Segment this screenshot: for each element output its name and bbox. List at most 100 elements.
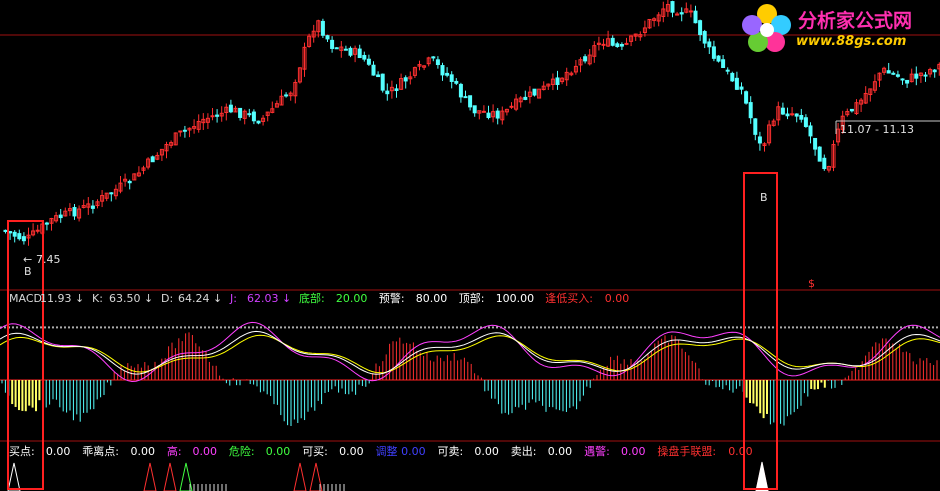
candle-body: [702, 31, 707, 44]
candle-body: [555, 77, 560, 85]
signal-spike-filled: [755, 461, 769, 491]
candle-body: [458, 83, 463, 98]
indicator-MACD-value: 11.93: [40, 292, 72, 305]
candle-body: [583, 56, 588, 62]
indicator-warn-value: 80.00: [416, 292, 448, 305]
logo-title: 分析家公式网: [798, 10, 913, 32]
candle-body: [403, 77, 408, 82]
candle-body: [357, 48, 362, 59]
indicator-D-arrow: ↓: [213, 292, 222, 305]
flower-logo-icon: [742, 4, 791, 52]
candle-body: [932, 69, 937, 73]
candle-body: [748, 102, 753, 119]
indicator-D-value: 64.24: [178, 292, 210, 305]
candle-body: [348, 47, 353, 56]
indicator-warn-label: 预警:: [379, 291, 405, 305]
signal-sell-label: 卖出:: [511, 444, 537, 458]
logo-url: www.88gs.com: [796, 34, 907, 49]
candle-body: [445, 72, 450, 76]
candle-body: [799, 115, 804, 120]
signal-diverge-label: 乖离点:: [82, 444, 119, 458]
candle-body: [58, 214, 63, 219]
signal-trader-label: 操盘手联盟:: [657, 444, 716, 458]
candle-body: [17, 233, 22, 240]
candle-body: [509, 105, 514, 108]
candle-body: [790, 113, 795, 116]
candle-body: [21, 236, 26, 242]
indicator-D-label: D:: [161, 292, 173, 305]
candle-body: [757, 136, 762, 144]
candle-body: [725, 69, 730, 72]
candle-body: [472, 105, 477, 114]
indicator-J-value: 62.03: [247, 292, 279, 305]
signal-adjust-label: 调整: [376, 444, 398, 458]
candle-body: [35, 229, 40, 232]
indicator-bottom-label: 底部:: [299, 291, 325, 305]
signal-buy-value: 0.00: [46, 445, 71, 458]
candle-body: [454, 80, 459, 84]
indicator-MACD-arrow: ↓: [75, 292, 84, 305]
candle-body: [923, 74, 928, 77]
candle-body: [394, 88, 399, 91]
indicator-K-label: K:: [92, 292, 103, 305]
candle-body: [739, 86, 744, 90]
candle-body: [730, 72, 735, 82]
candle-body: [486, 112, 491, 118]
signal-spike: [163, 462, 177, 491]
candle-body: [334, 47, 339, 50]
candle-body: [711, 46, 716, 59]
signal-spike: [293, 462, 307, 491]
indicator-MACD-label: MACD: [9, 292, 42, 305]
signal-cansell-value: 0.00: [474, 445, 499, 458]
candle-body: [601, 43, 606, 46]
signal-legend: 买点: 0.00 乖离点: 0.00 高: 0.00 危险: 0.00 可买: 0.00 调整 0.0…: [9, 444, 753, 458]
buy-signal-label-2: B: [760, 191, 768, 204]
signal-canbuy-label: 可买:: [302, 445, 328, 458]
candle-body: [380, 73, 385, 91]
candle-body: [90, 205, 95, 209]
candle-body: [150, 156, 155, 163]
candle-body: [320, 20, 325, 36]
highlight-boxes: [7, 172, 778, 490]
buy-zone-box-2: [743, 172, 778, 490]
candle-body: [886, 70, 891, 74]
candle-body: [325, 35, 330, 40]
indicator-top-value: 100.00: [496, 292, 535, 305]
candle-body: [624, 42, 629, 45]
signal-adjust-value: 0.00: [401, 445, 426, 458]
candle-body: [72, 207, 77, 217]
candle-body: [523, 96, 528, 100]
candle-body: [247, 113, 252, 116]
candle-body: [481, 110, 486, 113]
candle-body: [813, 137, 818, 150]
candle-body: [3, 229, 8, 233]
candle-body: [463, 96, 468, 99]
candle-body: [900, 78, 905, 81]
signal-spike: [143, 462, 157, 491]
indicator-K-value: 63.50: [109, 292, 141, 305]
candle-body: [817, 146, 822, 162]
buy-signal-label-1: B: [24, 265, 32, 278]
candle-body: [693, 10, 698, 24]
candle-body: [44, 222, 49, 225]
candle-body: [8, 231, 13, 234]
candle-body: [753, 118, 758, 135]
signal-diverge-value: 0.00: [131, 445, 156, 458]
candle-body: [376, 74, 381, 78]
chart-stage: ← 7.45 B B 11.07 - 11.13 $ MACD 11.93 ↓ K: 6…: [0, 0, 940, 491]
candle-body: [721, 59, 726, 69]
candle-body: [238, 107, 243, 118]
candle-body: [109, 192, 114, 195]
indicator-legend: MACD11.93 ↓ K: 63.50 ↓ D: 64.24 ↓ J: 62.03 ↓ 底部: 20.…: [9, 291, 629, 305]
candle-body: [215, 114, 220, 117]
candle-body: [371, 64, 376, 76]
indicator-lowbuy-label: 逢低买入:: [545, 292, 593, 305]
candle-body: [362, 54, 367, 60]
candle-body: [679, 12, 684, 15]
candle-body: [707, 41, 712, 48]
candle-body: [619, 44, 624, 47]
signal-buy-label: 买点:: [9, 445, 35, 458]
candle-body: [734, 77, 739, 90]
indicator-K-arrow: ↓: [144, 292, 153, 305]
candle-body: [468, 95, 473, 108]
